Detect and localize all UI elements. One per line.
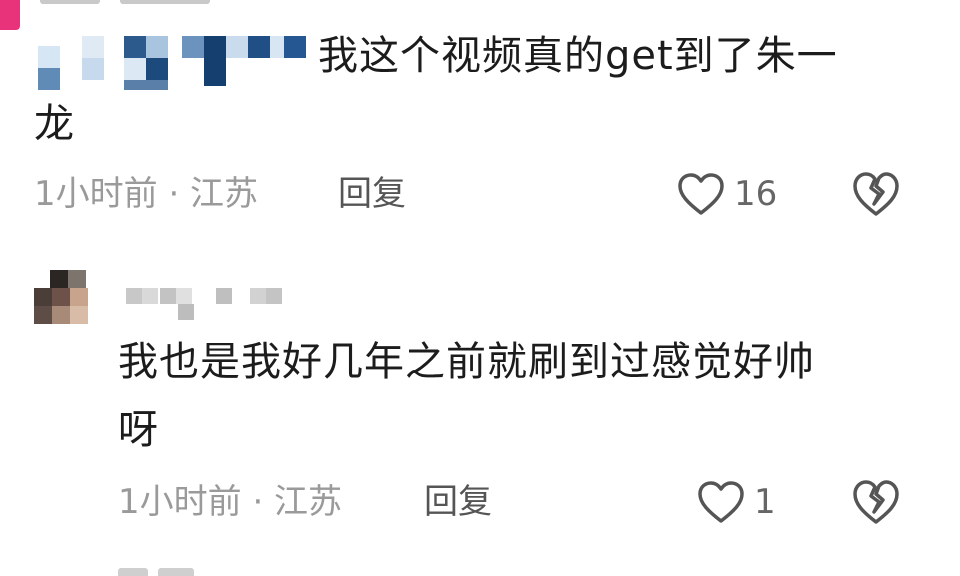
comment-text-line: 我也是我好几年之前就刷到过感觉好帅 bbox=[118, 339, 815, 385]
comment-item: 我这个视频真的get到了朱一 龙 1小时前 · 江苏 回复 16 bbox=[0, 0, 960, 240]
comment-text: 我这个视频真的get到了朱一 bbox=[318, 28, 838, 84]
broken-heart-icon bbox=[850, 476, 902, 528]
blurred-avatar[interactable] bbox=[34, 270, 92, 326]
comment-text-line: 我这个视频真的get到了朱一 bbox=[318, 33, 838, 79]
timestamp-location: 1小时前 · 江苏 bbox=[34, 174, 259, 214]
blurred-username bbox=[120, 288, 290, 324]
comment-text-line: 呀 bbox=[118, 407, 159, 453]
comment-meta-row: 1小时前 · 江苏 回复 1 bbox=[118, 480, 938, 524]
like-button[interactable]: 16 bbox=[676, 168, 777, 220]
next-item-remnant bbox=[118, 568, 198, 576]
broken-heart-icon bbox=[850, 168, 902, 220]
like-count: 16 bbox=[734, 174, 778, 214]
dislike-button[interactable] bbox=[850, 168, 902, 220]
heart-outline-icon bbox=[696, 479, 746, 525]
timestamp-location: 1小时前 · 江苏 bbox=[118, 482, 343, 522]
reply-button[interactable]: 回复 bbox=[338, 172, 406, 216]
comment-list: 我这个视频真的get到了朱一 龙 1小时前 · 江苏 回复 16 我也是我好几年… bbox=[0, 0, 960, 576]
comment-item: 我也是我好几年之前就刷到过感觉好帅 呀 1小时前 · 江苏 回复 1 bbox=[0, 262, 960, 562]
comment-text-line: 龙 bbox=[34, 101, 75, 147]
dislike-button[interactable] bbox=[850, 476, 902, 528]
blurred-username bbox=[34, 34, 306, 90]
like-count: 1 bbox=[754, 482, 776, 522]
comment-text: 我也是我好几年之前就刷到过感觉好帅 bbox=[118, 334, 815, 390]
comment-text-continued: 龙 bbox=[34, 96, 75, 152]
like-button[interactable]: 1 bbox=[696, 476, 776, 528]
reply-button[interactable]: 回复 bbox=[424, 480, 492, 524]
comment-meta-row: 1小时前 · 江苏 回复 16 bbox=[34, 172, 934, 216]
heart-outline-icon bbox=[676, 171, 726, 217]
comment-text-continued: 呀 bbox=[118, 402, 159, 458]
